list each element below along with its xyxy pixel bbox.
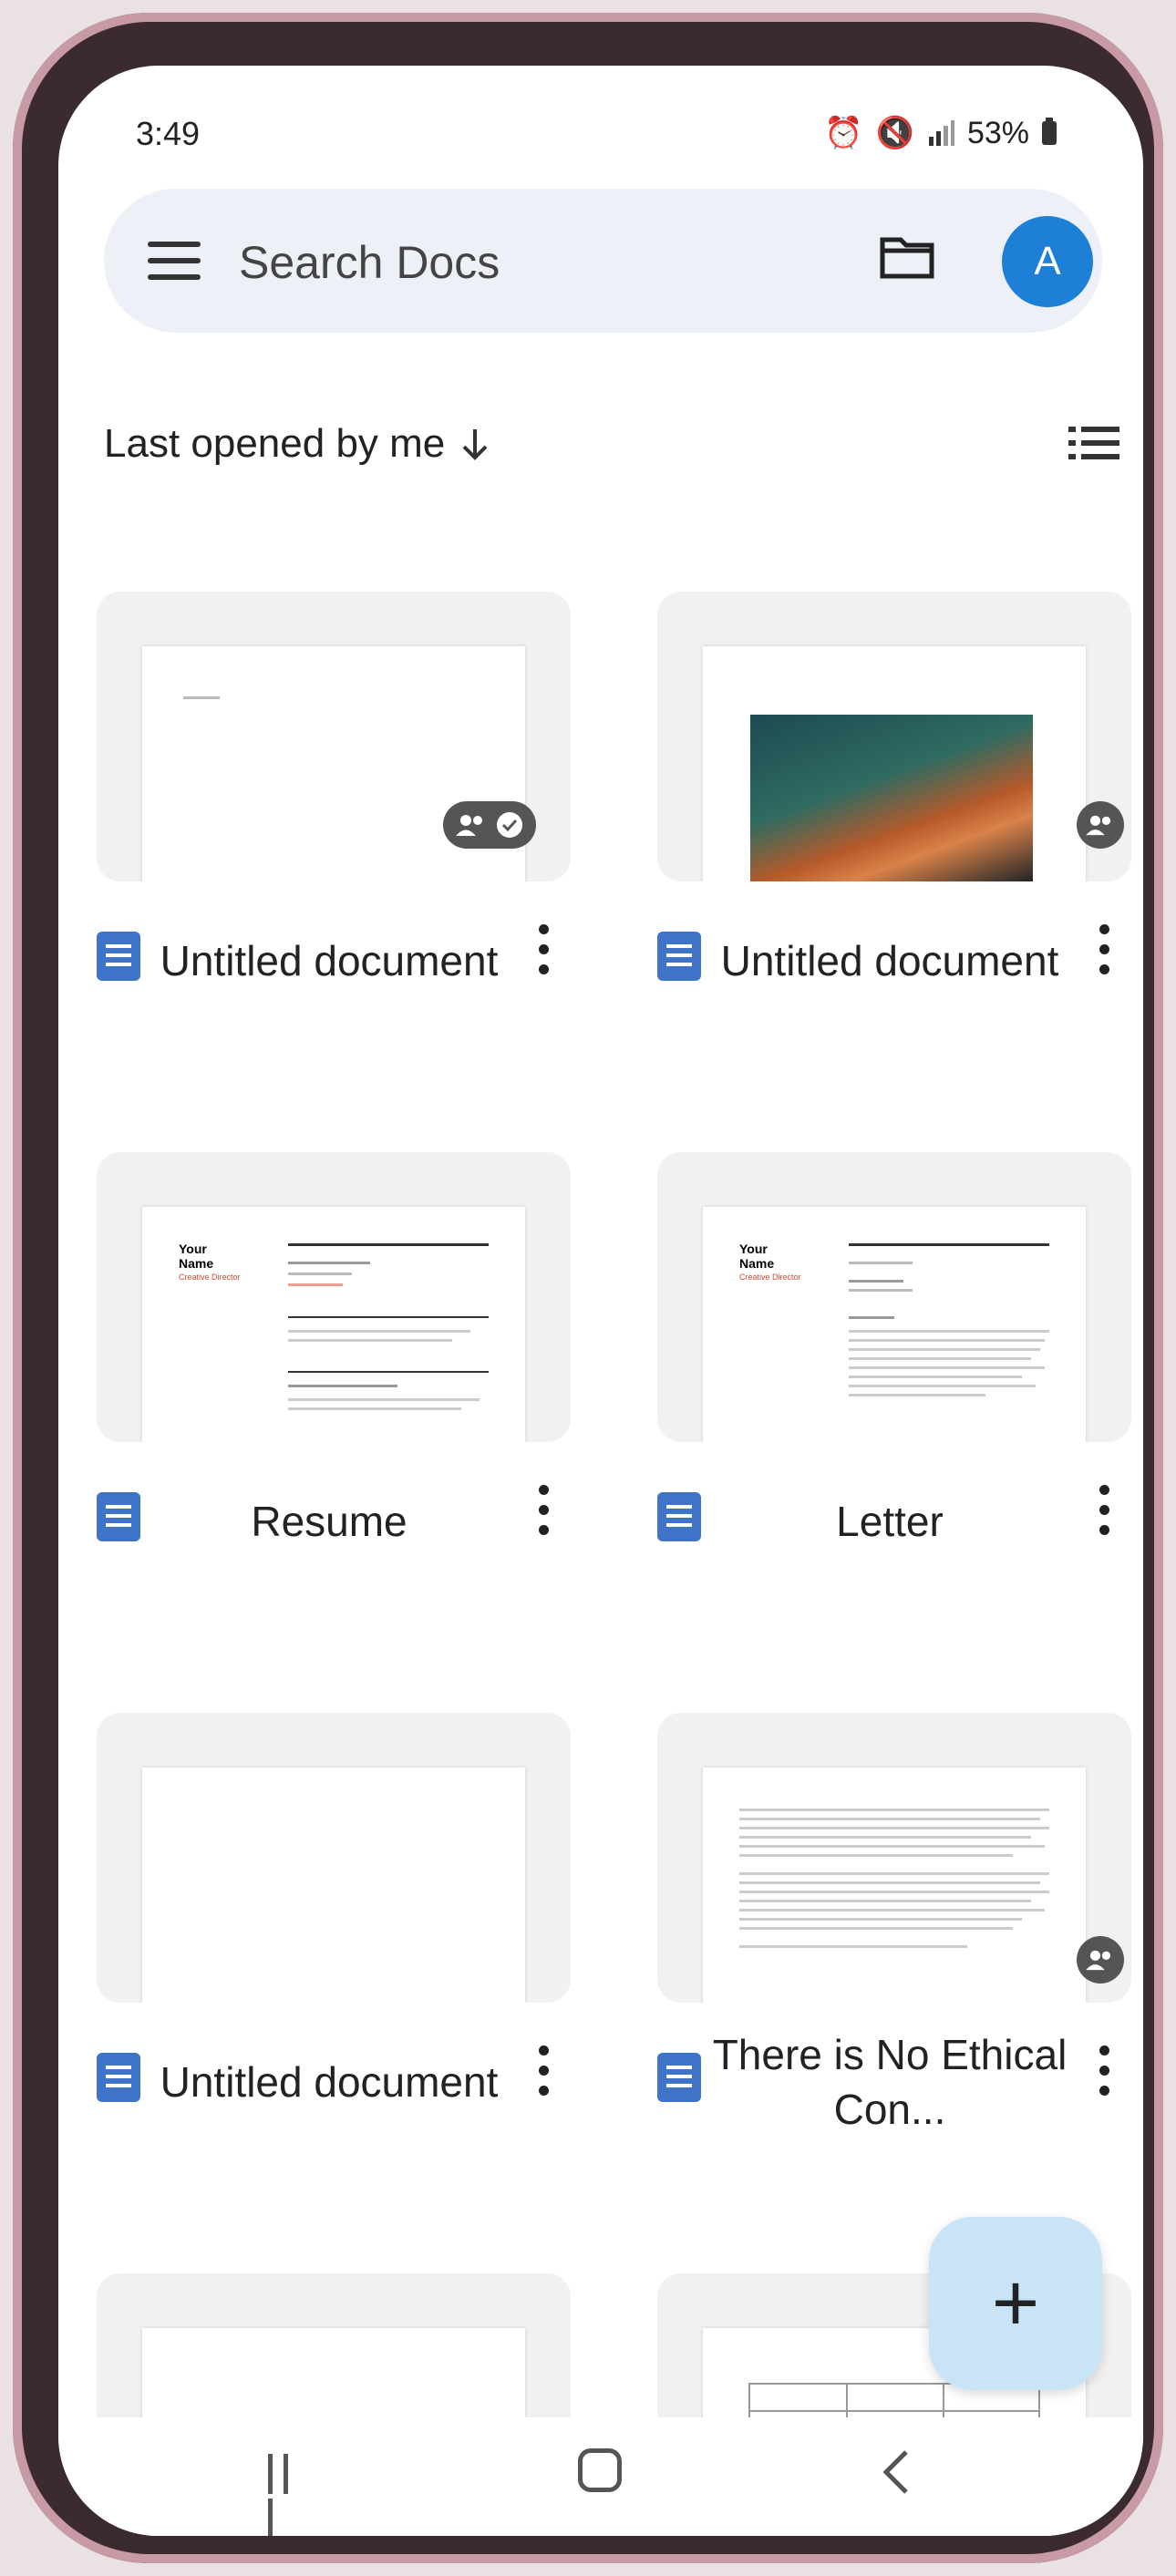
- shared-badge: [1077, 1936, 1124, 1984]
- shared-badge: [443, 801, 536, 849]
- search-input[interactable]: Search Docs: [239, 236, 500, 289]
- account-avatar[interactable]: A: [1002, 216, 1093, 307]
- check-circle-icon: [497, 812, 522, 838]
- letter-subtitle: Creative Director: [739, 1273, 801, 1282]
- phone-frame: 3:49 ⏰ 🔇 53% Search Docs A Last opened b…: [13, 13, 1163, 2563]
- more-options-icon[interactable]: [539, 2045, 550, 2106]
- doc-thumbnail[interactable]: [97, 592, 571, 881]
- sort-selector[interactable]: Last opened by me: [104, 421, 489, 467]
- plus-icon: +: [991, 2258, 1040, 2349]
- battery-icon: [1042, 118, 1057, 145]
- letter-name: Your Name: [739, 1242, 775, 1271]
- docs-file-icon: [97, 1492, 140, 1541]
- home-button[interactable]: [578, 2448, 622, 2492]
- docs-file-icon: [657, 1492, 701, 1541]
- page-preview: [142, 1767, 525, 2003]
- signal-icon: [928, 120, 954, 146]
- more-options-icon[interactable]: [1099, 1485, 1110, 1545]
- doc-thumbnail[interactable]: Your Name Creative Director: [97, 1152, 571, 1442]
- status-icons: ⏰ 🔇 53%: [824, 115, 1057, 151]
- docs-file-icon: [97, 932, 140, 981]
- list-view-icon[interactable]: [1068, 423, 1119, 463]
- doc-thumbnail[interactable]: [657, 1713, 1131, 2003]
- page-preview: [703, 1767, 1086, 2003]
- resume-name: Your Name: [179, 1242, 214, 1271]
- docs-file-icon: [657, 932, 701, 981]
- back-button[interactable]: [879, 2448, 915, 2496]
- people-icon: [1086, 1950, 1111, 1971]
- page-preview: [703, 646, 1086, 881]
- doc-title[interactable]: Untitled document: [712, 902, 1068, 1020]
- shared-badge: [1077, 801, 1124, 849]
- more-options-icon[interactable]: [1099, 924, 1110, 984]
- doc-title[interactable]: There is No Ethical Con...: [712, 2023, 1068, 2141]
- alarm-icon: ⏰: [824, 116, 863, 150]
- system-nav-bar: [58, 2417, 1143, 2536]
- doc-thumbnail[interactable]: Your Name Creative Director: [657, 1152, 1131, 1442]
- resume-preview: Your Name Creative Director: [142, 1207, 525, 1442]
- status-time: 3:49: [136, 115, 201, 152]
- doc-thumbnail[interactable]: [657, 592, 1131, 881]
- more-options-icon[interactable]: [539, 924, 550, 984]
- more-options-icon[interactable]: [1099, 2045, 1110, 2106]
- docs-file-icon: [657, 2053, 701, 2102]
- screen: 3:49 ⏰ 🔇 53% Search Docs A Last opened b…: [58, 66, 1143, 2536]
- doc-thumbnail[interactable]: [97, 1713, 571, 2003]
- sort-label: Last opened by me: [104, 421, 446, 466]
- new-document-button[interactable]: +: [929, 2217, 1102, 2390]
- resume-subtitle: Creative Director: [179, 1273, 241, 1282]
- folder-icon[interactable]: [879, 234, 935, 280]
- doc-title[interactable]: Untitled document: [151, 2023, 507, 2141]
- letter-preview: Your Name Creative Director: [703, 1207, 1086, 1442]
- doc-title[interactable]: Letter: [712, 1462, 1068, 1581]
- arrow-down-icon: [462, 429, 488, 460]
- doc-title[interactable]: Untitled document: [151, 902, 507, 1020]
- mute-icon: 🔇: [875, 116, 914, 150]
- more-options-icon[interactable]: [539, 1485, 550, 1545]
- people-icon: [1086, 815, 1111, 836]
- hamburger-menu-icon[interactable]: [148, 242, 201, 280]
- fox-image: [750, 715, 1033, 881]
- people-icon: [456, 815, 482, 836]
- battery-percent: 53%: [966, 115, 1029, 150]
- docs-file-icon: [97, 2053, 140, 2102]
- recent-apps-button[interactable]: [268, 2454, 314, 2536]
- doc-title[interactable]: Resume: [151, 1462, 507, 1581]
- search-bar[interactable]: Search Docs A: [104, 189, 1102, 333]
